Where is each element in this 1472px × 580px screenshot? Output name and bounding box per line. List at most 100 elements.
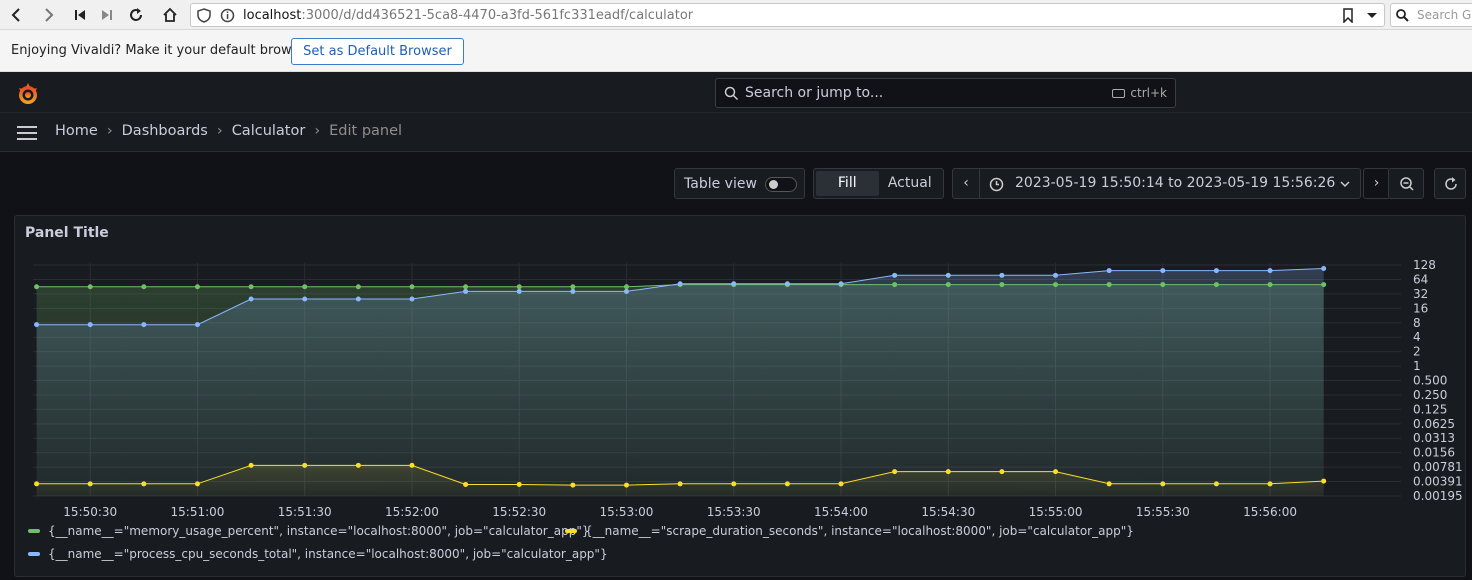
x-tick-label: 15:52:30: [492, 505, 546, 519]
cpu-seconds-point: [302, 296, 308, 302]
cpu-seconds-point: [623, 288, 629, 294]
memory-usage-point: [34, 284, 40, 290]
y-tick-label: 2: [1413, 345, 1421, 359]
memory-usage-point: [1053, 282, 1059, 288]
scrape-duration-point: [945, 469, 951, 475]
cpu-seconds-point: [34, 322, 40, 328]
legend-label: {__name__="scrape_duration_seconds", ins…: [585, 524, 1134, 538]
x-tick-label: 15:52:00: [385, 505, 439, 519]
legend-item-memory[interactable]: {__name__="memory_usage_percent", instan…: [28, 524, 589, 538]
x-tick-label: 15:54:00: [814, 505, 868, 519]
cpu-seconds-point: [194, 322, 200, 328]
scrape-duration-point: [623, 482, 629, 488]
x-tick-label: 15:56:00: [1243, 505, 1297, 519]
y-tick-label: 1: [1413, 359, 1421, 373]
scrape-duration-point: [516, 481, 522, 487]
legend-item-scrape[interactable]: {__name__="scrape_duration_seconds", ins…: [565, 524, 1134, 538]
y-tick-label: 0.0625: [1413, 417, 1455, 431]
memory-usage-point: [87, 284, 93, 290]
cpu-seconds-point: [784, 281, 790, 287]
scrape-duration-point: [838, 481, 844, 487]
scrape-duration-point: [1160, 481, 1166, 487]
x-tick-label: 15:51:30: [278, 505, 332, 519]
x-tick-label: 15:55:00: [1029, 505, 1083, 519]
scrape-duration-point: [34, 481, 40, 487]
y-tick-label: 0.500: [1413, 374, 1447, 388]
scrape-duration-point: [1267, 481, 1273, 487]
cpu-seconds-point: [1267, 268, 1273, 274]
y-tick-label: 0.00195: [1413, 489, 1463, 503]
y-tick-label: 0.00781: [1413, 460, 1463, 474]
memory-usage-point: [945, 282, 951, 288]
y-tick-label: 0.00391: [1413, 475, 1463, 489]
memory-usage-point: [302, 284, 308, 290]
x-tick-label: 15:54:30: [921, 505, 975, 519]
memory-usage-point: [248, 284, 254, 290]
cpu-seconds-point: [570, 288, 576, 294]
scrape-duration-point: [409, 462, 415, 468]
x-tick-label: 15:51:00: [171, 505, 225, 519]
y-tick-label: 4: [1413, 330, 1421, 344]
scrape-duration-point: [302, 462, 308, 468]
memory-usage-point: [141, 284, 147, 290]
scrape-duration-point: [570, 482, 576, 488]
cpu-seconds-point: [1053, 272, 1059, 278]
legend-item-cpu[interactable]: {__name__="process_cpu_seconds_total", i…: [28, 547, 608, 561]
cpu-seconds-point: [945, 272, 951, 278]
scrape-duration-point: [1053, 469, 1059, 475]
y-tick-label: 0.125: [1413, 402, 1447, 416]
y-tick-label: 0.250: [1413, 388, 1447, 402]
memory-usage-point: [1267, 282, 1273, 288]
scrape-duration-point: [999, 469, 1005, 475]
cpu-seconds-point: [1321, 266, 1327, 272]
memory-usage-point: [194, 284, 200, 290]
scrape-duration-point: [892, 469, 898, 475]
legend-swatch: [28, 529, 40, 533]
memory-usage-point: [999, 282, 1005, 288]
cpu-seconds-point: [516, 288, 522, 294]
y-tick-label: 64: [1413, 272, 1428, 286]
x-tick-label: 15:50:30: [63, 505, 117, 519]
legend-label: {__name__="process_cpu_seconds_total", i…: [48, 547, 608, 561]
cpu-seconds-point: [409, 296, 415, 302]
chart-fills: [36, 268, 1324, 496]
scrape-duration-point: [87, 481, 93, 487]
cpu-seconds-point: [1160, 268, 1166, 274]
memory-usage-point: [1106, 282, 1112, 288]
memory-usage-point: [1213, 282, 1219, 288]
cpu-seconds-point: [892, 272, 898, 278]
y-tick-label: 8: [1413, 316, 1421, 330]
cpu-seconds-point: [1213, 268, 1219, 274]
legend-swatch: [565, 529, 577, 533]
memory-usage-point: [516, 284, 522, 290]
memory-usage-point: [355, 284, 361, 290]
y-tick-label: 16: [1413, 301, 1428, 315]
cpu-seconds-point: [463, 288, 469, 294]
cpu-seconds-point: [87, 322, 93, 328]
cpu-seconds-point: [248, 296, 254, 302]
scrape-duration-point: [194, 481, 200, 487]
x-tick-label: 15:55:30: [1136, 505, 1190, 519]
scrape-duration-point: [355, 462, 361, 468]
y-tick-label: 32: [1413, 287, 1428, 301]
scrape-duration-point: [1321, 478, 1327, 484]
cpu-seconds-point: [141, 322, 147, 328]
memory-usage-point: [1160, 282, 1166, 288]
y-tick-label: 0.0313: [1413, 431, 1455, 445]
cpu-seconds-point: [838, 281, 844, 287]
cpu-seconds-point: [1106, 268, 1112, 274]
scrape-duration-point: [463, 481, 469, 487]
memory-usage-point: [623, 284, 629, 290]
scrape-duration-point: [141, 481, 147, 487]
legend-label: {__name__="memory_usage_percent", instan…: [48, 524, 590, 538]
scrape-duration-point: [248, 462, 254, 468]
y-tick-label: 128: [1413, 258, 1436, 272]
memory-usage-point: [1321, 282, 1327, 288]
x-tick-label: 15:53:00: [600, 505, 654, 519]
memory-usage-point: [409, 284, 415, 290]
scrape-duration-point: [1213, 481, 1219, 487]
memory-usage-point: [463, 284, 469, 290]
scrape-duration-point: [1106, 481, 1112, 487]
x-tick-label: 15:53:30: [707, 505, 761, 519]
cpu-seconds-point: [355, 296, 361, 302]
